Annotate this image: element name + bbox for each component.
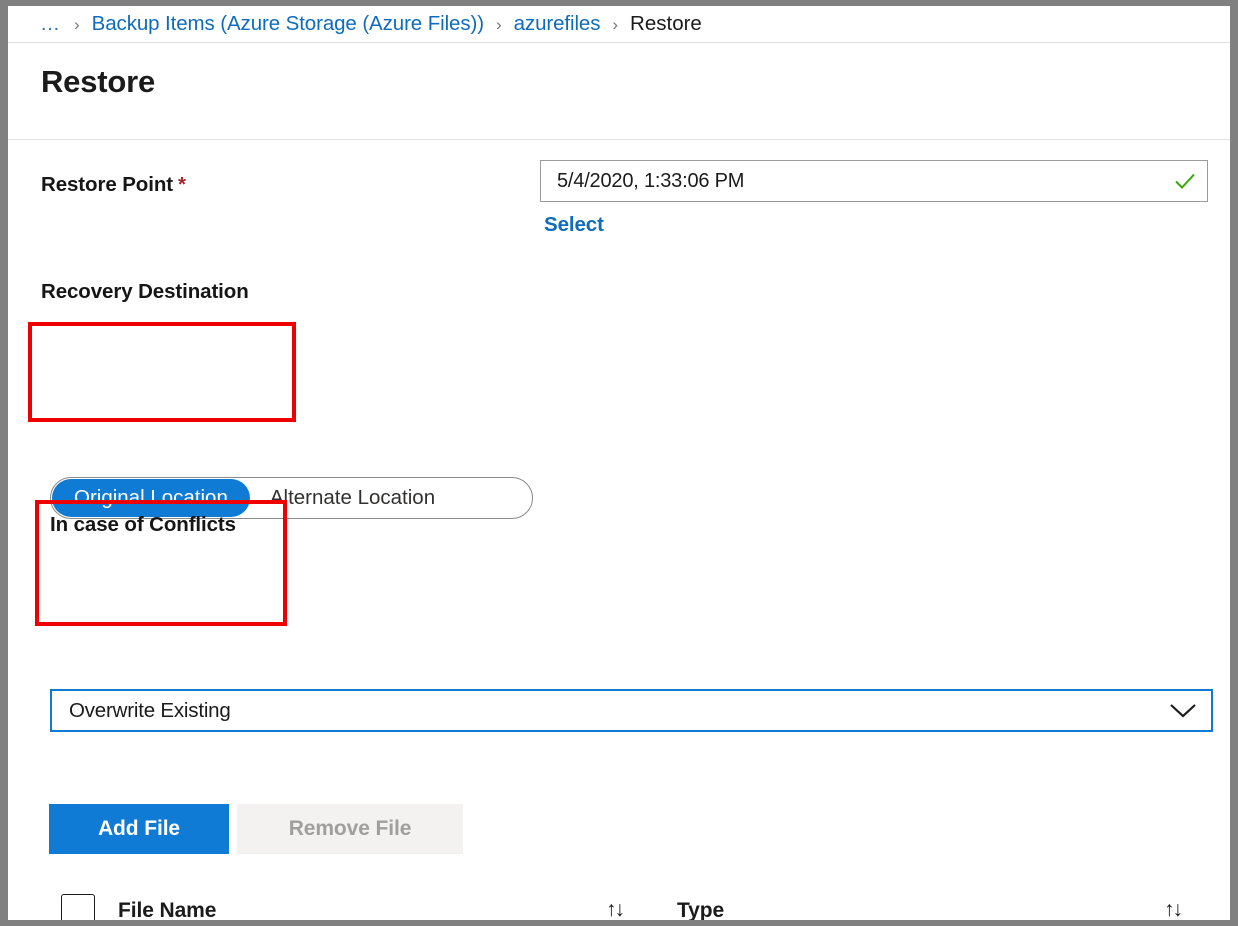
conflicts-dropdown[interactable]: Overwrite Existing <box>50 689 1213 732</box>
page-title: Restore <box>41 64 156 99</box>
chevron-down-icon <box>1155 702 1211 720</box>
conflicts-label: In case of Conflicts <box>50 513 236 536</box>
column-header-file-name[interactable]: File Name <box>118 899 216 920</box>
column-header-type[interactable]: Type <box>677 899 724 920</box>
select-all-checkbox[interactable] <box>61 894 95 920</box>
toggle-option-original-location[interactable]: Original Location <box>52 479 250 517</box>
breadcrumb-item-ellipsis[interactable]: … <box>40 13 62 36</box>
breadcrumb: … › Backup Items (Azure Storage (Azure F… <box>8 6 1230 43</box>
restore-point-label: Restore Point * <box>41 173 186 197</box>
checkmark-icon <box>1163 168 1207 194</box>
recovery-destination-highlight <box>28 322 296 422</box>
restore-blade: … › Backup Items (Azure Storage (Azure F… <box>8 6 1230 920</box>
toggle-option-alternate-location[interactable]: Alternate Location <box>250 479 455 517</box>
breadcrumb-item-backup-items[interactable]: Backup Items (Azure Storage (Azure Files… <box>92 12 484 36</box>
remove-file-button[interactable]: Remove File <box>237 804 463 854</box>
restore-point-label-text: Restore Point <box>41 173 173 196</box>
restore-point-field[interactable] <box>540 160 1208 202</box>
blade-header: Restore <box>8 43 1230 140</box>
add-file-button[interactable]: Add File <box>49 804 229 854</box>
required-marker: * <box>177 173 186 196</box>
select-restore-point-link[interactable]: Select <box>544 213 604 237</box>
breadcrumb-separator-icon: › <box>74 14 80 34</box>
restore-form: Restore Point* Select Recovery Destinati… <box>8 140 1230 920</box>
breadcrumb-separator-icon: › <box>612 14 619 34</box>
restore-point-input[interactable] <box>541 168 1163 194</box>
breadcrumb-separator-icon: › <box>495 14 502 34</box>
breadcrumb-item-azurefiles[interactable]: azurefiles <box>514 12 601 36</box>
recovery-destination-label: Recovery Destination <box>41 280 249 303</box>
sort-type-icon[interactable]: ↑↓ <box>1164 898 1183 920</box>
azure-portal-window: … › Backup Items (Azure Storage (Azure F… <box>0 0 1238 926</box>
breadcrumb-item-restore: Restore <box>630 12 702 35</box>
sort-file-name-icon[interactable]: ↑↓ <box>606 898 625 920</box>
conflicts-selected-value: Overwrite Existing <box>69 698 231 722</box>
file-table-header: File Name ↑↓ Type ↑↓ <box>49 885 1209 920</box>
